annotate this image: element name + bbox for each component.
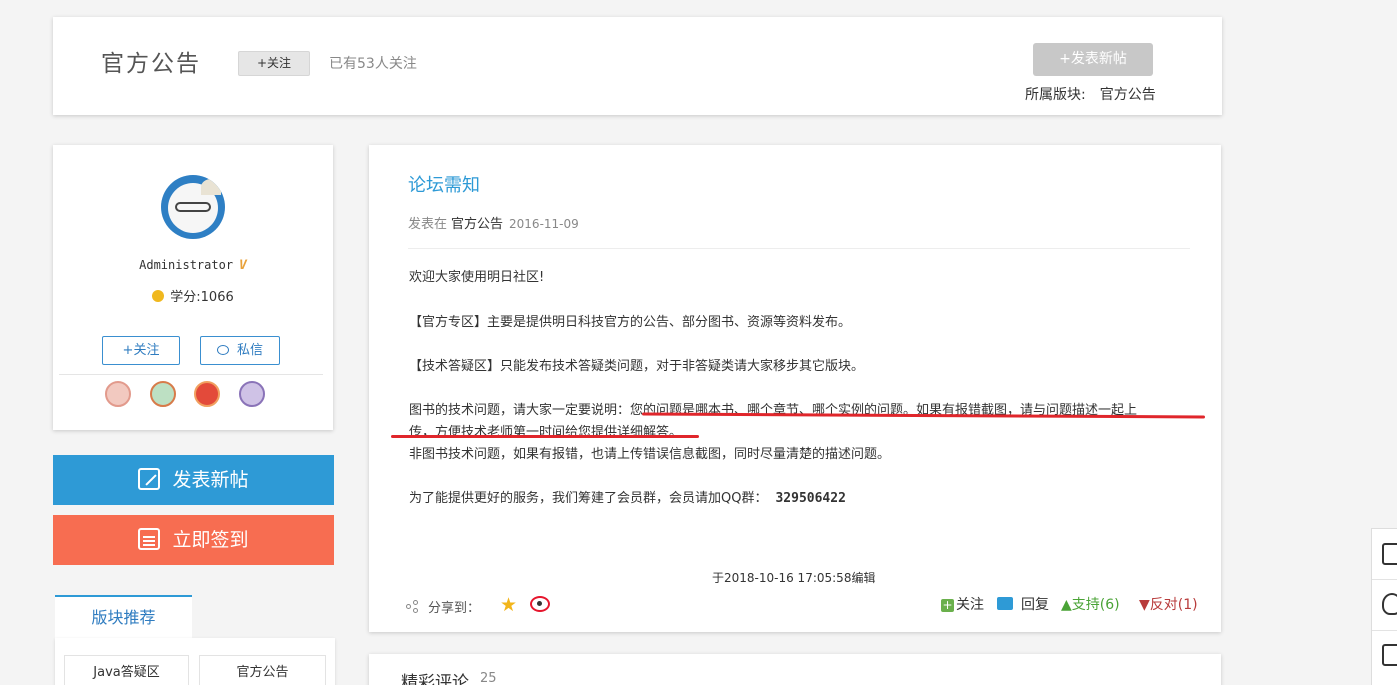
edit-time: 于2018-10-16 17:05:58编辑 (712, 571, 876, 585)
follow-post-label: 关注 (956, 597, 984, 613)
belong-board: 所属版块: 官方公告 (1025, 84, 1156, 104)
divider (1372, 579, 1397, 580)
follow-post-button[interactable]: + 关注 (941, 594, 984, 614)
calendar-icon (138, 528, 161, 550)
medal-icon[interactable] (105, 381, 131, 407)
avatar-glasses (175, 202, 211, 212)
share-icon (406, 600, 420, 614)
edit-icon (138, 468, 161, 490)
reply-label: 回复 (1021, 597, 1049, 613)
check-in-button[interactable]: 立即签到 (53, 515, 334, 565)
author-score: 学分:1066 (53, 286, 333, 305)
post-board-link[interactable]: 官方公告 (451, 217, 503, 232)
message-icon (216, 345, 229, 355)
support-label: 支持(6) (1071, 597, 1120, 613)
medal-icon[interactable] (239, 381, 265, 407)
post-paragraph: 为了能提供更好的服务，我们筹建了会员群，会员请加QQ群： 329506422 (409, 487, 846, 506)
post-paragraph: 非图书技术问题，如果有报错，也请上传错误信息截图，同时尽量清楚的描述问题。 (409, 447, 891, 462)
qq-group-number: 329506422 (775, 491, 846, 506)
publish-post-label: 发表新帖 (172, 469, 249, 491)
divider (59, 374, 323, 375)
check-in-label: 立即签到 (172, 529, 249, 551)
vip-badge-icon: V (239, 258, 247, 273)
private-message-button[interactable]: 私信 (200, 336, 280, 365)
post-paragraph: 【技术答疑区】只能发布技术答疑类问题，对于非答疑类请大家移步其它版块。 (409, 359, 865, 374)
avatar[interactable] (161, 175, 225, 239)
medal-icon[interactable] (150, 381, 176, 407)
medal-icon[interactable] (194, 381, 220, 407)
side-toolbar (1371, 528, 1397, 685)
score-text: 学分:1066 (170, 290, 234, 305)
post-meta: 发表在 官方公告 2016-11-09 (408, 213, 579, 232)
comments-count: 25 (480, 671, 497, 685)
private-message-label: 私信 (236, 343, 263, 358)
belong-board-link[interactable]: 官方公告 (1100, 87, 1156, 103)
reply-icon (997, 597, 1013, 610)
post-paragraph: 欢迎大家使用明日社区! (409, 270, 545, 285)
coin-icon (152, 290, 165, 302)
qq-icon[interactable] (1382, 593, 1397, 615)
support-button[interactable]: ▲支持(6) (1061, 594, 1120, 614)
post-title[interactable]: 论坛需知 (408, 171, 480, 197)
weibo-icon[interactable] (530, 596, 550, 612)
arrow-up-icon: ▲ (1061, 597, 1072, 613)
author-name-text[interactable]: Administrator (139, 258, 233, 272)
oppose-button[interactable]: ▼反对(1) (1139, 594, 1198, 614)
post-card: 论坛需知 发表在 官方公告 2016-11-09 欢迎大家使用明日社区! 【官方专区… (369, 145, 1221, 632)
recommend-item-official[interactable]: 官方公告 (199, 655, 326, 685)
red-underline-annotation (391, 435, 699, 438)
comments-title: 精彩评论 (401, 673, 469, 685)
follow-author-button[interactable]: +关注 (102, 336, 180, 365)
reply-button[interactable]: 回复 (997, 594, 1049, 614)
share-label: 分享到： (428, 601, 481, 616)
divider (1372, 630, 1397, 631)
comments-section: 精彩评论 25 (369, 654, 1221, 685)
qq-group-text: 为了能提供更好的服务，我们筹建了会员群，会员请加QQ群： (409, 491, 768, 506)
star-icon[interactable]: ★ (500, 594, 517, 616)
follower-count: 已有53人关注 (329, 56, 417, 72)
feedback-icon[interactable] (1382, 644, 1397, 666)
publish-post-button[interactable]: 发表新帖 (53, 455, 334, 505)
board-title: 官方公告 (101, 51, 201, 77)
board-recommend-list: Java答疑区 官方公告 (55, 638, 335, 685)
mobile-icon[interactable] (1382, 543, 1397, 565)
arrow-down-icon: ▼ (1139, 597, 1150, 613)
share-area: 分享到： (406, 597, 480, 616)
follow-board-button[interactable]: +关注 (238, 51, 310, 76)
board-header: 官方公告 +关注 已有53人关注 +发表新帖 所属版块: 官方公告 (53, 17, 1222, 115)
post-paragraph: 【官方专区】主要是提供明日科技官方的公告、部分图书、资源等资料发布。 (409, 315, 852, 330)
avatar-ear (201, 179, 221, 195)
recommend-item-java[interactable]: Java答疑区 (64, 655, 189, 685)
author-card: Administrator V 学分:1066 +关注 私信 (53, 145, 333, 430)
belong-label: 所属版块: (1025, 87, 1086, 103)
tab-board-recommend[interactable]: 版块推荐 (55, 595, 192, 639)
plus-icon: + (941, 598, 954, 612)
new-post-button[interactable]: +发表新帖 (1033, 43, 1153, 76)
divider (408, 248, 1190, 249)
post-date: 2016-11-09 (509, 217, 579, 231)
author-name: Administrator V (53, 258, 333, 273)
post-meta-prefix: 发表在 (408, 217, 448, 232)
oppose-label: 反对(1) (1149, 597, 1198, 613)
